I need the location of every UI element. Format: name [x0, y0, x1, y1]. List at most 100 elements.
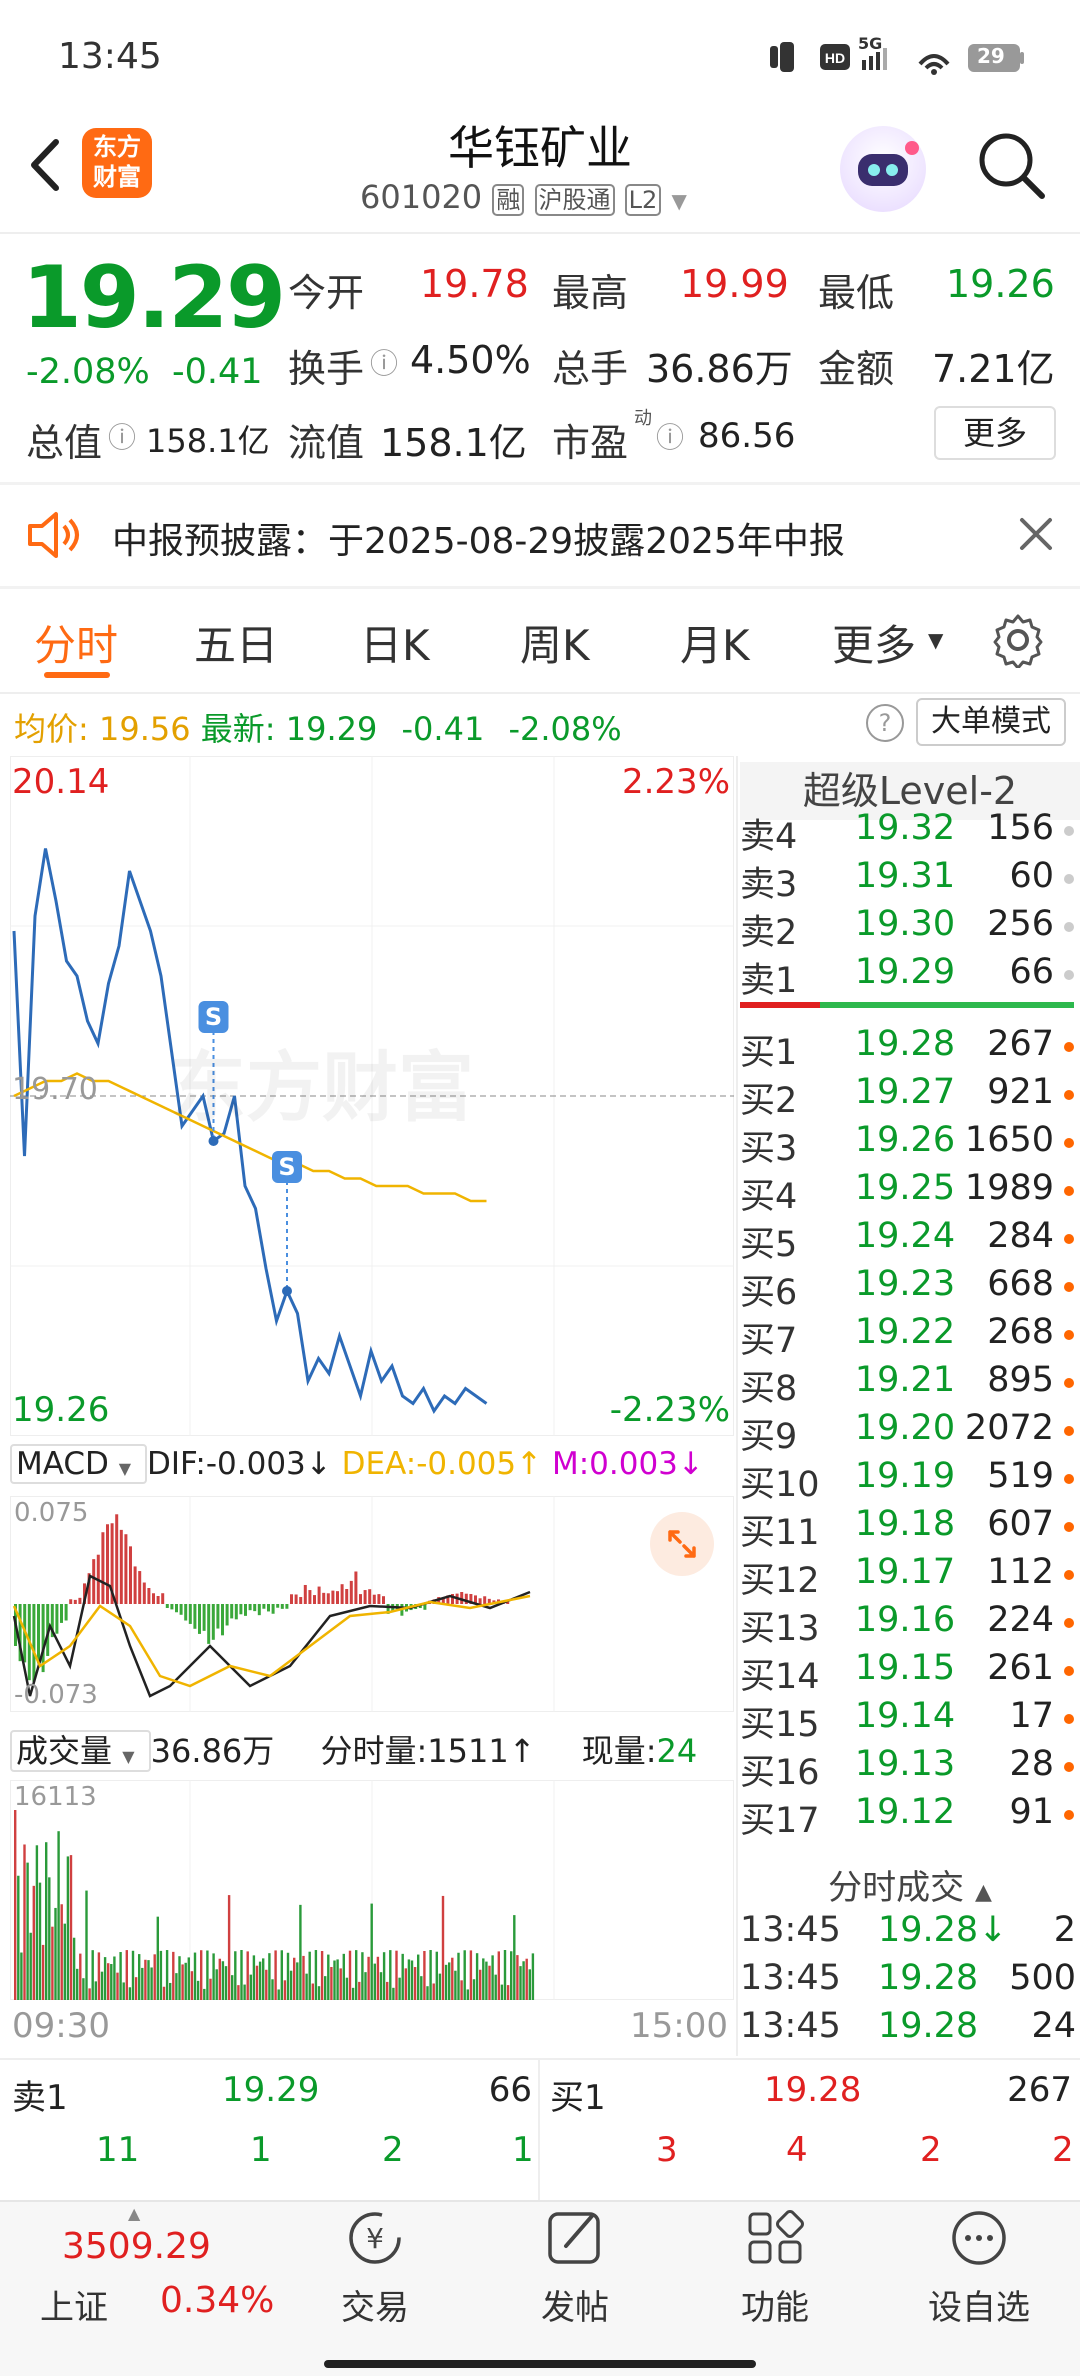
- bid-dot: [1064, 1282, 1074, 1292]
- tab-weekly-k[interactable]: 周K: [520, 612, 590, 673]
- stock-subtitle[interactable]: 601020 融 沪股通 L2 ▼: [360, 178, 720, 222]
- volume-bar: [262, 1958, 265, 2000]
- bid-row[interactable]: 买14 19.15 261: [740, 1648, 1080, 1697]
- macd-bar: [359, 1594, 362, 1604]
- nav-trade[interactable]: ¥ 交易: [300, 2206, 450, 2336]
- intraday-chart[interactable]: SS 东方财富 20.14 2.23% 19.70 19.26 -2.23%: [10, 756, 734, 1436]
- macd-dif-line: [12, 1574, 531, 1698]
- tab-five-day[interactable]: 五日: [194, 612, 278, 673]
- volume-bar: [265, 1969, 268, 2000]
- more-button[interactable]: 更多: [934, 406, 1056, 460]
- queue-sell-order: 11: [96, 2130, 140, 2170]
- amount-label: 金额: [818, 347, 895, 391]
- ask-row[interactable]: 卖4 19.32 156: [740, 808, 1080, 857]
- bid-row[interactable]: 买11 19.18 607: [740, 1504, 1080, 1553]
- index-widget[interactable]: ▲ 3509.29 上证 0.34%: [0, 2200, 300, 2350]
- bid-price: 19.12: [854, 1792, 956, 1832]
- volume-bar: [134, 1977, 138, 2000]
- volume-bar: [274, 1950, 277, 2000]
- float-value: 158.1亿: [380, 421, 527, 465]
- volume-chart[interactable]: 16113: [10, 1780, 734, 2000]
- queue-buy-label: 买1: [550, 2078, 606, 2118]
- bid-row[interactable]: 买9 19.20 2072: [740, 1408, 1080, 1457]
- ask-row[interactable]: 卖3 19.31 60: [740, 856, 1080, 905]
- volume-bar: [367, 1956, 370, 2000]
- bid-level: 买12: [740, 1561, 820, 1601]
- gear-icon[interactable]: [990, 612, 1046, 670]
- notice-text[interactable]: 中报预披露：于2025-08-29披露2025年中报: [112, 512, 845, 564]
- macd-bar: [170, 1604, 174, 1610]
- volume-bar: [147, 1960, 150, 2000]
- info-icon[interactable]: ⓘ: [656, 416, 684, 456]
- tab-monthly-k[interactable]: 月K: [680, 612, 750, 673]
- ticks-title[interactable]: 分时成交 ▲: [740, 1860, 1080, 1910]
- nav-post[interactable]: 发帖: [500, 2206, 650, 2336]
- tick-volume: 2: [1053, 1910, 1076, 1950]
- ask-level: 卖2: [740, 913, 798, 953]
- volume-selector[interactable]: 成交量 ▼: [10, 1730, 151, 1772]
- macd-bar: [313, 1595, 316, 1604]
- app-logo[interactable]: 东方财富: [82, 128, 152, 198]
- bid-row[interactable]: 买16 19.13 28: [740, 1744, 1080, 1793]
- volume-total: 36.86万: [150, 1732, 275, 1770]
- nav-functions[interactable]: 功能: [700, 2206, 850, 2336]
- bid-level: 买10: [740, 1465, 820, 1505]
- bid-row[interactable]: 买13 19.16 224: [740, 1600, 1080, 1649]
- ask-row[interactable]: 卖1 19.29 66: [740, 952, 1080, 1001]
- macd-selector[interactable]: MACD ▼: [10, 1444, 147, 1484]
- tick-time: 13:45: [740, 1958, 841, 1998]
- volume-bar: [76, 1968, 79, 2000]
- info-icon[interactable]: ⓘ: [370, 342, 398, 382]
- bid-row[interactable]: 买10 19.19 519: [740, 1456, 1080, 1505]
- back-icon[interactable]: [20, 130, 70, 200]
- bid-row[interactable]: 买8 19.21 895: [740, 1360, 1080, 1409]
- macd-bar: [322, 1592, 326, 1604]
- bid-row[interactable]: 买15 19.14 17: [740, 1696, 1080, 1745]
- tab-intraday[interactable]: 分时: [34, 612, 118, 673]
- queue-buy-order: 3: [656, 2130, 678, 2170]
- volume-bar: [324, 1976, 327, 2000]
- bid-row[interactable]: 买4 19.25 1989: [740, 1168, 1080, 1217]
- macd-bar: [152, 1593, 155, 1604]
- ask-level: 卖1: [740, 961, 798, 1001]
- bid-level: 买15: [740, 1705, 820, 1745]
- latest-label: 最新:: [200, 710, 276, 748]
- float-label: 流值: [288, 421, 365, 465]
- pct-bottom-label: -2.23%: [609, 1390, 730, 1430]
- robot-avatar-icon[interactable]: [840, 126, 926, 212]
- macd-chart[interactable]: 0.075 -0.073: [10, 1496, 734, 1712]
- search-icon[interactable]: [974, 128, 1048, 202]
- volume-bar: [85, 1890, 88, 2000]
- volume-bar: [187, 1957, 190, 2000]
- tab-daily-k[interactable]: 日K: [360, 612, 430, 673]
- bid-row[interactable]: 买7 19.22 268: [740, 1312, 1080, 1361]
- macd-bar: [244, 1604, 247, 1616]
- bid-row[interactable]: 买1 19.28 267: [740, 1024, 1080, 1073]
- home-indicator: [324, 2360, 756, 2368]
- bid-row[interactable]: 买12 19.17 112: [740, 1552, 1080, 1601]
- bid-row[interactable]: 买3 19.26 1650: [740, 1120, 1080, 1169]
- expand-icon[interactable]: [650, 1512, 714, 1576]
- volume-bar: [401, 1953, 404, 2000]
- macd-bar: [483, 1596, 487, 1604]
- help-icon[interactable]: ?: [866, 704, 904, 742]
- tab-more[interactable]: 更多: [832, 612, 916, 673]
- volume-bar: [519, 1966, 522, 2000]
- volume-bar: [311, 1983, 314, 2000]
- ask-row[interactable]: 卖2 19.30 256: [740, 904, 1080, 953]
- bid-row[interactable]: 买5 19.24 284: [740, 1216, 1080, 1265]
- speaker-icon: [26, 510, 82, 560]
- big-order-mode-button[interactable]: 大单模式: [916, 698, 1066, 746]
- macd-bar: [280, 1604, 284, 1609]
- bid-row[interactable]: 买6 19.23 668: [740, 1264, 1080, 1313]
- nav-watchlist[interactable]: 设自选: [904, 2206, 1054, 2336]
- volume-tick: 分时量:1511↑: [320, 1732, 536, 1770]
- svg-text:¥: ¥: [366, 2222, 384, 2255]
- info-icon[interactable]: ⓘ: [108, 416, 136, 456]
- macd-bar: [340, 1584, 344, 1604]
- bid-row[interactable]: 买2 19.27 921: [740, 1072, 1080, 1121]
- volume-bar: [482, 1958, 485, 2000]
- bid-row[interactable]: 买17 19.12 91: [740, 1792, 1080, 1841]
- volume-bar: [57, 1831, 60, 2000]
- close-icon[interactable]: [1016, 514, 1056, 554]
